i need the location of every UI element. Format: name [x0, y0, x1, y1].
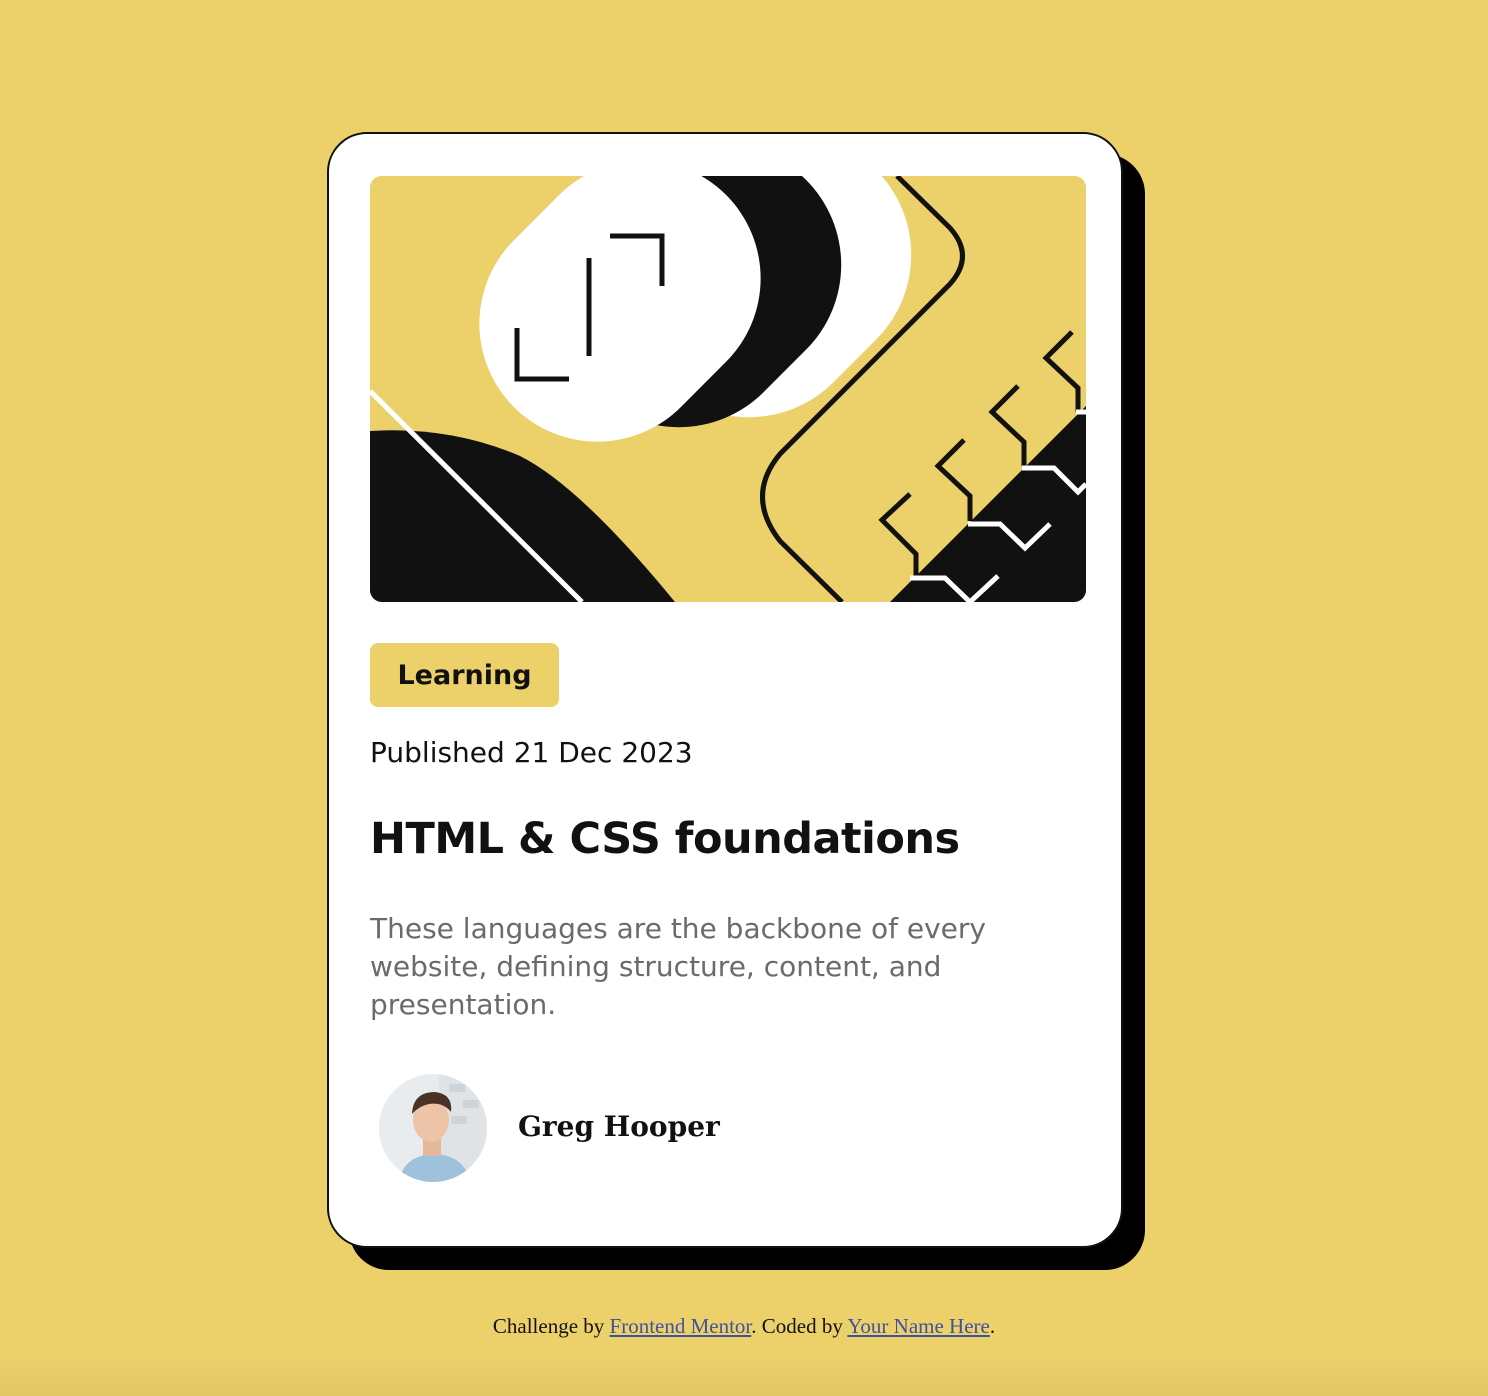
card-title[interactable]: HTML & CSS foundations [370, 814, 960, 864]
background-fade [0, 1356, 1488, 1396]
frontend-mentor-link[interactable]: Frontend Mentor [610, 1314, 752, 1338]
avatar-photo-icon [379, 1074, 487, 1182]
footer-middle: . Coded by [751, 1314, 848, 1338]
hero-illustration [370, 176, 1086, 602]
footer-suffix: . [989, 1314, 996, 1338]
author-name: Greg Hooper [518, 1110, 720, 1143]
avatar [379, 1074, 487, 1182]
category-tag: Learning [370, 643, 559, 707]
footer-prefix: Challenge by [492, 1314, 610, 1338]
attribution-footer: Challenge by Frontend Mentor. Coded by Y… [0, 1314, 1488, 1339]
author-link[interactable]: Your Name Here [847, 1314, 990, 1338]
card-description: These languages are the backbone of ever… [370, 912, 986, 1021]
abstract-illustration-icon [370, 176, 1086, 602]
published-date: Published 21 Dec 2023 [370, 736, 693, 769]
blog-preview-card: Learning Published 21 Dec 2023 HTML & CS… [327, 132, 1123, 1248]
